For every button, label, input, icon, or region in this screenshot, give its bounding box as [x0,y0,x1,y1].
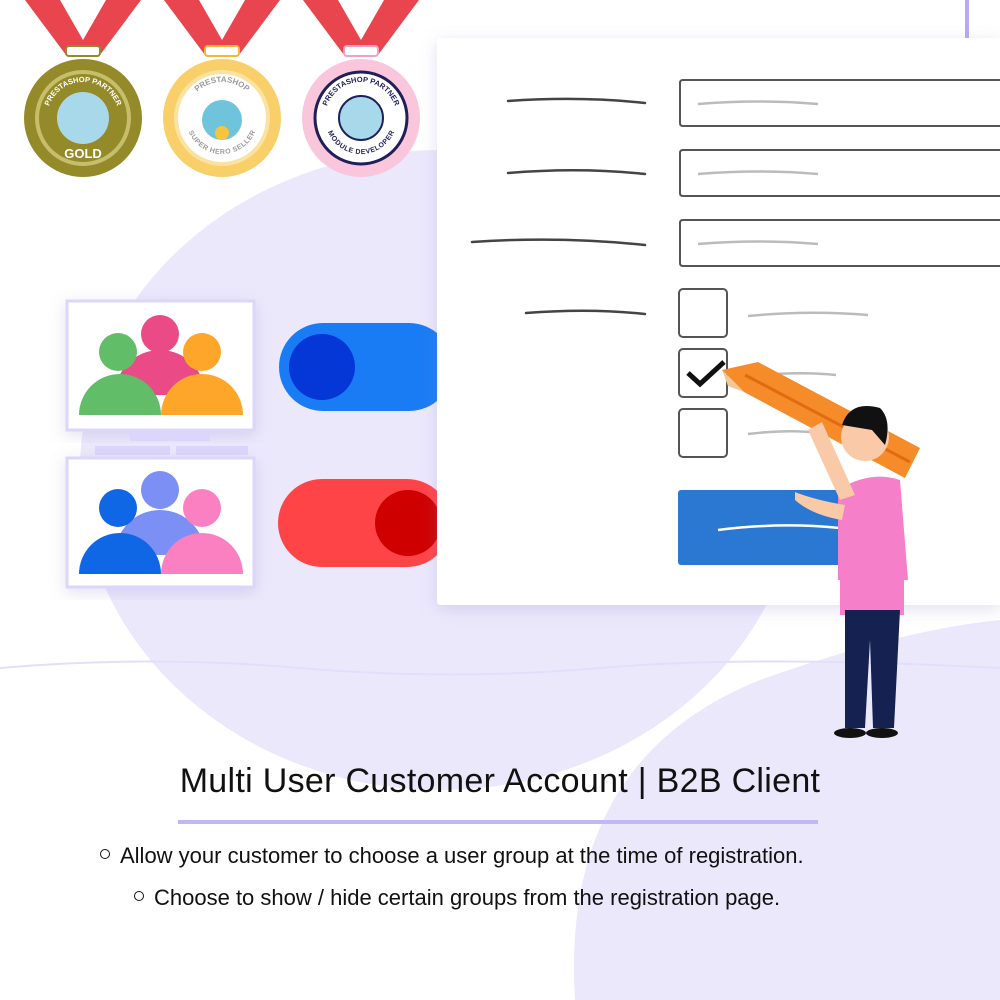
feature-text: Choose to show / hide certain groups fro… [154,885,781,910]
badge-module-developer: PRESTASHOP PARTNER MODULE DEVELOPER [302,0,420,177]
badge-gold: PRESTASHOP PARTNER GOLD [24,0,142,177]
page-title: Multi User Customer Account | B2B Client [179,762,821,800]
bullet-circle-icon [100,849,110,860]
text-input[interactable] [679,219,1000,267]
title-underline [178,820,818,824]
feature-text: Allow your customer to choose a user gro… [120,843,804,868]
registration-form-card [437,38,1000,605]
bullet-circle-icon [134,891,144,902]
feature-bullet: Choose to show / hide certain groups fro… [134,885,780,911]
badge-super-hero-seller: PRESTASHOP SUPER HERO SELLER [163,0,281,177]
badge-gold-bottom-text: GOLD [64,146,102,161]
feature-bullet: Allow your customer to choose a user gro… [100,843,804,869]
toggle-group-2-off[interactable] [278,479,451,567]
toggle-group-1-on[interactable] [279,323,453,411]
text-input[interactable] [679,149,1000,197]
submit-button[interactable] [678,490,853,565]
text-input[interactable] [679,79,1000,127]
